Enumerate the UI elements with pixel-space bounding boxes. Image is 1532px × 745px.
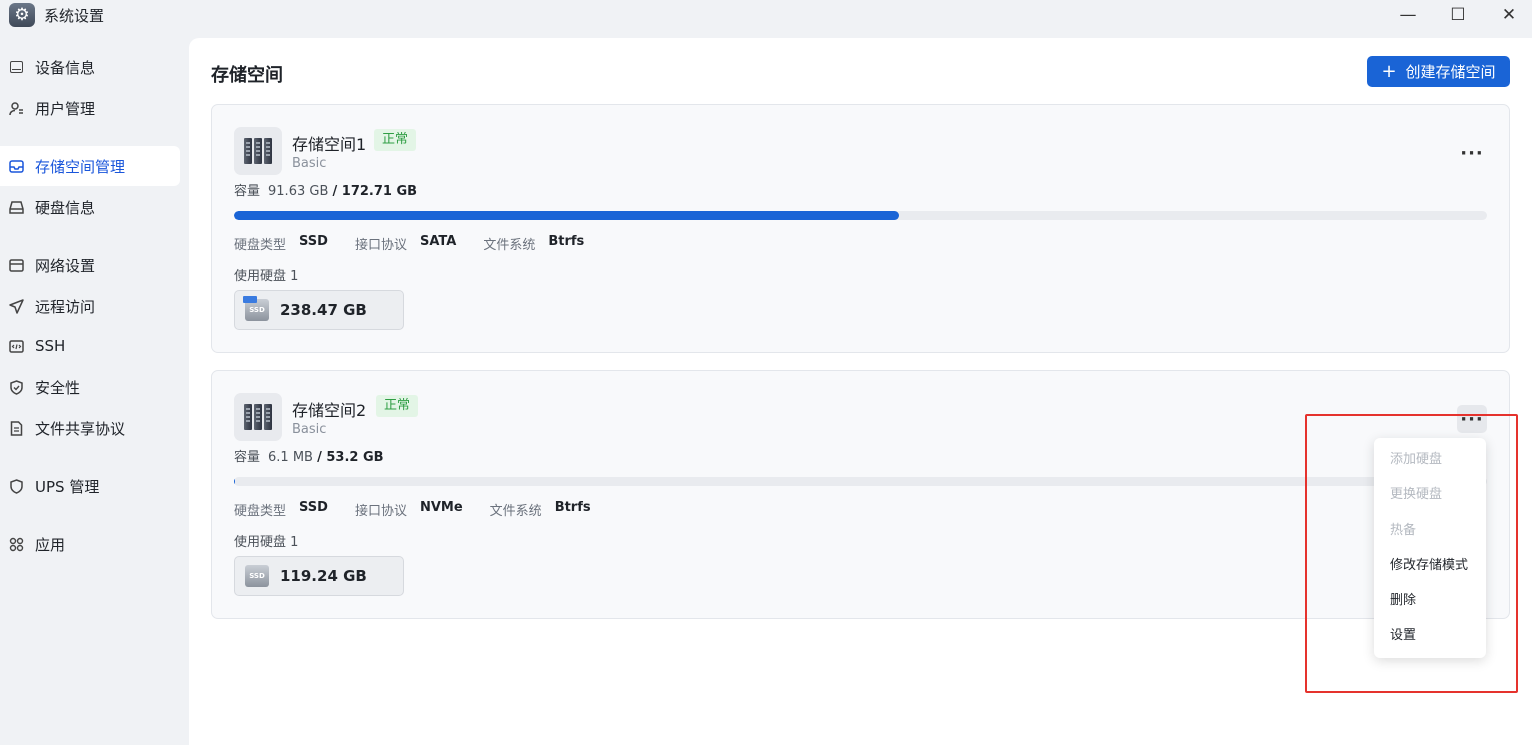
sidebar-item-label: 文件共享协议 [35, 419, 126, 438]
disk-type-value: SSD [299, 234, 328, 249]
volume-meta: 硬盘类型 SSD 接口协议 SATA 文件系统 Btrfs [234, 234, 611, 253]
window-title: 系统设置 [44, 7, 105, 25]
capacity-total: / 53.2 GB [317, 450, 384, 465]
used-disks-label: 使用硬盘 1 [234, 269, 299, 284]
interface-value: SATA [419, 234, 457, 249]
sidebar-item-label: 安全性 [35, 378, 81, 397]
status-badge: 正常 [374, 129, 417, 151]
capacity-used: 91.63 GB [268, 184, 329, 199]
server-icon [234, 393, 282, 441]
disk-chip[interactable]: SSD 238.47 GB [234, 290, 404, 330]
sidebar-item-network-settings[interactable]: 网络设置 [0, 245, 180, 285]
volume-meta: 硬盘类型 SSD 接口协议 NVMe 文件系统 Btrfs [234, 500, 618, 519]
sidebar-item-device-info[interactable]: 设备信息 [0, 47, 180, 87]
close-button[interactable]: ✕ [1495, 4, 1523, 26]
device-icon [9, 60, 24, 75]
sidebar-item-label: UPS 管理 [35, 477, 100, 496]
capacity-progress-fill [234, 211, 900, 220]
server-icon [234, 127, 282, 175]
storage-volume-card: 存储空间2 正常 Basic 容量 6.1 MB / 53.2 GB 硬盘类型 S… [211, 370, 1510, 619]
page-title: 存储空间 [211, 65, 283, 86]
volume-type: Basic [292, 156, 327, 171]
sidebar-item-ups-management[interactable]: UPS 管理 [0, 466, 180, 506]
sidebar-item-security[interactable]: 安全性 [0, 367, 180, 407]
sidebar-item-label: 远程访问 [35, 297, 96, 316]
ssd-icon: SSD [245, 565, 269, 587]
used-disks-label: 使用硬盘 1 [234, 535, 299, 550]
disk-type-label: 硬盘类型 [234, 238, 287, 253]
plus-icon: + [1381, 60, 1397, 82]
menu-item-change-storage-mode[interactable]: 修改存储模式 [1374, 548, 1486, 583]
maximize-button[interactable]: ☐ [1444, 4, 1472, 26]
disk-size: 119.24 GB [280, 567, 367, 585]
sidebar-item-label: 存储空间管理 [35, 157, 126, 176]
interface-label: 接口协议 [354, 238, 407, 253]
ssd-icon: SSD [243, 296, 269, 321]
ssh-icon [9, 339, 24, 354]
capacity-label: 容量 [234, 184, 261, 199]
minimize-button[interactable]: — [1394, 4, 1422, 26]
create-storage-button[interactable]: + 创建存储空间 [1367, 56, 1510, 87]
capacity-progress-bar [234, 211, 1487, 220]
sidebar-item-storage-management[interactable]: 存储空间管理 [0, 146, 180, 186]
capacity-line: 容量 91.63 GB / 172.71 GB [234, 180, 417, 199]
capacity-label: 容量 [234, 450, 261, 465]
file-share-icon [9, 420, 24, 436]
main-panel: 存储空间 + 创建存储空间 存储空间1 正常 Basic 容量 91.63 GB … [189, 38, 1532, 745]
volume-type: Basic [292, 422, 327, 437]
capacity-total: / 172.71 GB [332, 184, 418, 199]
more-options-button[interactable]: ··· [1457, 139, 1487, 167]
more-options-button[interactable]: ··· [1457, 405, 1487, 433]
filesystem-value: Btrfs [548, 234, 585, 249]
menu-item-settings[interactable]: 设置 [1374, 618, 1486, 653]
storage-volume-card: 存储空间1 正常 Basic 容量 91.63 GB / 172.71 GB 硬盘… [211, 104, 1510, 353]
sidebar-item-user-management[interactable]: 用户管理 [0, 88, 180, 128]
create-storage-button-label: 创建存储空间 [1405, 63, 1496, 81]
capacity-progress-bar [234, 477, 1487, 486]
capacity-used: 6.1 MB [268, 450, 313, 465]
sidebar-item-label: 设备信息 [35, 58, 96, 77]
filesystem-label: 文件系统 [489, 504, 542, 519]
network-icon [9, 258, 24, 273]
sidebar: 设备信息 用户管理 存储空间管理 硬盘信息 网络设置 远程访问 SSH 安全性 … [0, 38, 189, 745]
sidebar-item-label: 硬盘信息 [35, 198, 96, 217]
menu-item-add-disk[interactable]: 添加硬盘 [1374, 442, 1486, 477]
sidebar-item-file-sharing[interactable]: 文件共享协议 [0, 408, 180, 448]
user-icon [9, 101, 24, 116]
filesystem-value: Btrfs [554, 500, 591, 515]
hard-disk-icon [9, 200, 24, 215]
menu-item-replace-disk[interactable]: 更换硬盘 [1374, 477, 1486, 512]
ups-icon [9, 478, 24, 494]
interface-value: NVMe [419, 500, 463, 515]
shield-icon [9, 379, 24, 395]
sidebar-item-label: 用户管理 [35, 99, 96, 118]
disk-chip[interactable]: SSD 119.24 GB [234, 556, 404, 596]
disk-type-value: SSD [299, 500, 328, 515]
menu-item-hot-spare[interactable]: 热备 [1374, 513, 1486, 548]
volume-name: 存储空间1 [292, 135, 367, 154]
capacity-line: 容量 6.1 MB / 53.2 GB [234, 446, 384, 465]
status-badge: 正常 [376, 395, 419, 417]
sidebar-item-apps[interactable]: 应用 [0, 524, 180, 564]
menu-item-delete[interactable]: 删除 [1374, 583, 1486, 618]
sidebar-item-ssh[interactable]: SSH [0, 326, 180, 366]
settings-gear-icon: ⚙ [9, 3, 35, 27]
capacity-progress-fill [234, 477, 236, 486]
sidebar-item-disk-info[interactable]: 硬盘信息 [0, 187, 180, 227]
filesystem-label: 文件系统 [483, 238, 536, 253]
title-bar: ⚙ 系统设置 — ☐ ✕ [0, 0, 1532, 30]
storage-icon [9, 159, 24, 174]
remote-access-icon [9, 298, 24, 314]
apps-icon [9, 537, 24, 552]
sidebar-item-label: 应用 [35, 535, 66, 554]
sidebar-item-label: SSH [35, 337, 66, 355]
disk-size: 238.47 GB [280, 301, 367, 319]
sidebar-item-remote-access[interactable]: 远程访问 [0, 286, 180, 326]
more-options-menu: 添加硬盘 更换硬盘 热备 修改存储模式 删除 设置 [1374, 438, 1486, 658]
disk-type-label: 硬盘类型 [234, 504, 287, 519]
volume-name: 存储空间2 [292, 401, 367, 420]
interface-label: 接口协议 [354, 504, 407, 519]
sidebar-item-label: 网络设置 [35, 256, 96, 275]
